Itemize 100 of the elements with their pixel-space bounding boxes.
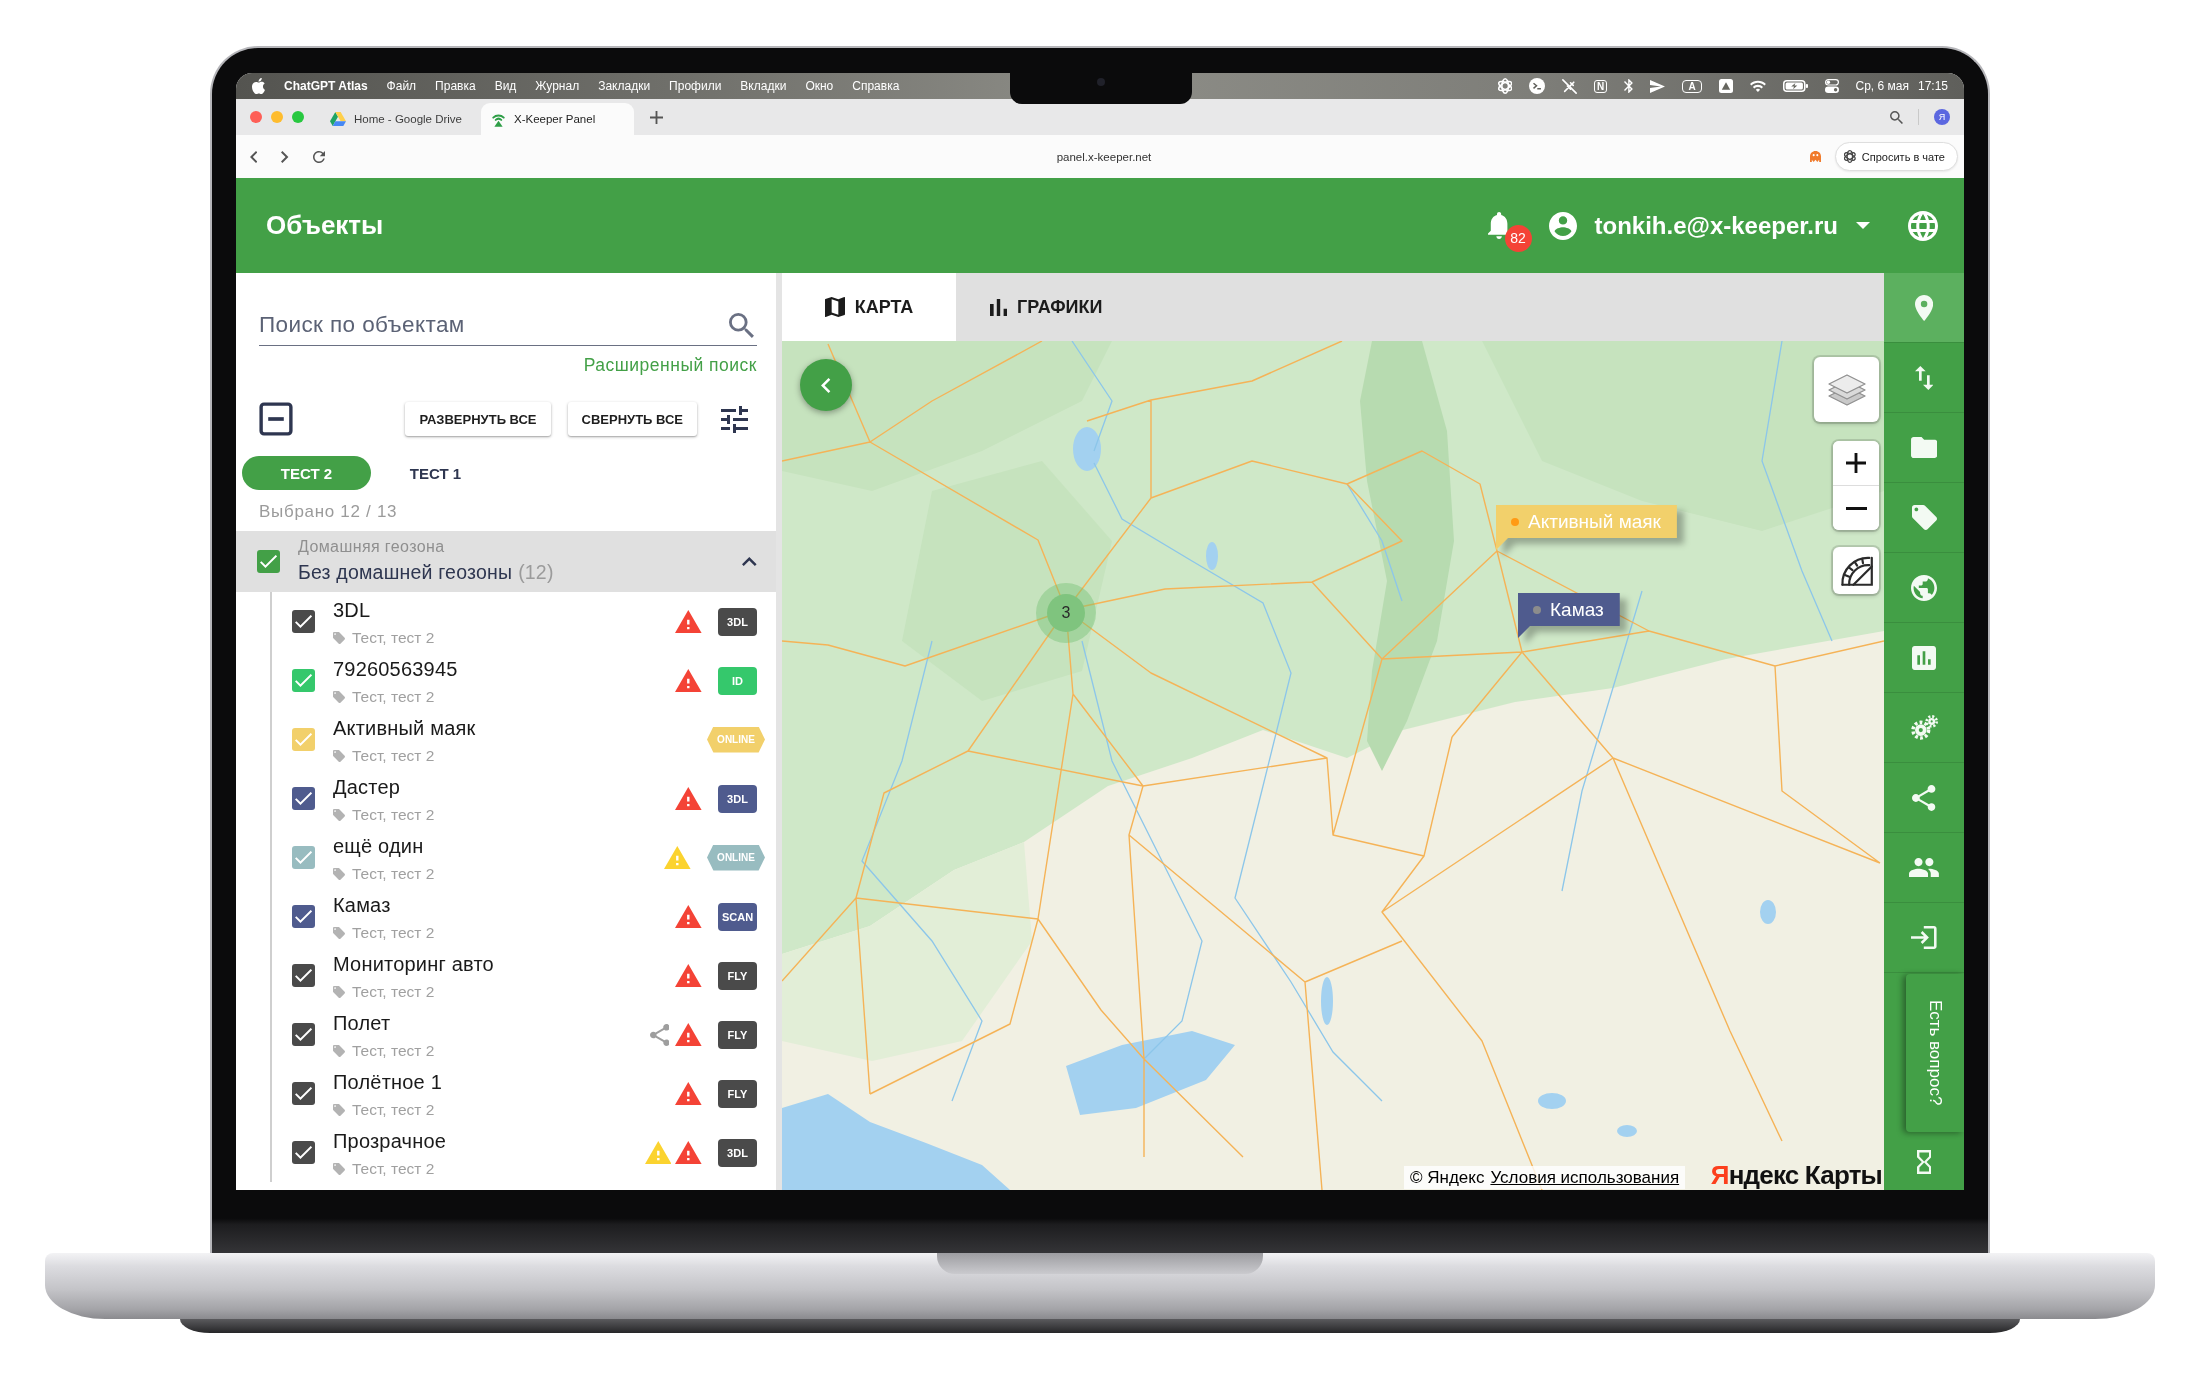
menu-item[interactable]: Правка (435, 79, 476, 93)
sliders-icon[interactable] (721, 405, 748, 433)
checkbox[interactable] (292, 846, 315, 869)
bluetooth-icon[interactable] (1624, 79, 1634, 93)
pen-slash-icon[interactable] (1562, 78, 1578, 94)
object-name[interactable]: Камаз (333, 892, 435, 918)
search-field[interactable]: Поиск по объектам (259, 305, 757, 346)
checkbox[interactable] (292, 1082, 315, 1105)
menu-bar-date[interactable]: Ср, 6 мая (1855, 79, 1909, 93)
atom-icon[interactable] (1497, 78, 1513, 94)
check-icon (294, 615, 313, 628)
filter-tab[interactable]: ТЕСТ 1 (371, 456, 500, 490)
zoom-out-button[interactable] (1833, 485, 1879, 530)
globe-icon[interactable] (1908, 210, 1938, 241)
close-button[interactable] (250, 111, 262, 123)
menu-item[interactable]: Вкладки (740, 79, 787, 93)
selection-count: Выбрано 12 / 13 (259, 502, 399, 522)
plus-icon[interactable] (650, 110, 663, 124)
device-badge: ONLINE (707, 844, 765, 871)
hourglass-icon (1916, 1149, 1932, 1174)
triangle-square-icon[interactable] (1718, 79, 1733, 93)
reload-icon[interactable] (312, 150, 325, 163)
expand-all-button[interactable]: РАЗВЕРНУТЬ ВСЕ (405, 402, 551, 436)
object-tags: Тест, тест 2 (352, 806, 435, 824)
view-tab[interactable]: КАРТА (782, 273, 956, 341)
menu-item[interactable]: Профили (669, 79, 722, 93)
object-tags: Тест, тест 2 (352, 1042, 435, 1060)
device-badge: SCAN (718, 902, 757, 931)
forward-icon[interactable] (281, 150, 289, 163)
menu-bar-time[interactable]: 17:15 (1917, 79, 1948, 93)
object-name[interactable]: 79260563945 (333, 656, 458, 682)
menu-item[interactable]: Вид (494, 79, 517, 93)
chevron-icon[interactable] (742, 557, 757, 566)
checkbox[interactable] (292, 1023, 315, 1046)
checkbox[interactable] (292, 964, 315, 987)
caret-icon[interactable] (1856, 222, 1870, 229)
check-icon (294, 733, 313, 746)
menu-item[interactable]: Файл (386, 79, 417, 93)
group-checkbox[interactable] (257, 550, 280, 573)
sidebar-button[interactable] (1884, 273, 1964, 343)
profile-avatar[interactable]: Я (1934, 109, 1950, 125)
device-badge: FLY (718, 1020, 757, 1049)
browser-tab[interactable]: X-Keeper Panel (481, 103, 634, 135)
select-all-checkbox[interactable] (259, 402, 293, 436)
app-status-badge[interactable]: N (1594, 79, 1608, 93)
object-name[interactable]: ещё один (333, 833, 435, 859)
checkbox[interactable] (292, 905, 315, 928)
checkbox[interactable] (292, 610, 315, 633)
back-icon[interactable] (250, 150, 258, 163)
menu-item[interactable]: Справка (852, 79, 900, 93)
search-icon[interactable] (1890, 110, 1903, 124)
object-name[interactable]: Полётное 1 (333, 1069, 442, 1095)
wifi-icon[interactable] (1749, 80, 1766, 92)
device-badge: 3DL (718, 1138, 757, 1167)
check-icon (294, 1146, 313, 1159)
browser-tab[interactable]: Home - Google Drive (320, 103, 473, 135)
toggles-icon[interactable] (1824, 79, 1839, 93)
checkbox[interactable] (292, 728, 315, 751)
warning-icon (675, 1141, 702, 1164)
zoom-in-button[interactable] (1833, 441, 1879, 485)
account-icon[interactable] (1548, 211, 1577, 240)
share-icon (1912, 784, 1936, 811)
view-tab[interactable]: ГРАФИКИ (956, 273, 1137, 341)
menu-item[interactable]: Окно (805, 79, 834, 93)
checkbox[interactable] (292, 1141, 315, 1164)
layers-button[interactable] (1814, 357, 1879, 422)
bar-chart-icon (990, 298, 1007, 316)
address-field[interactable]: panel.x-keeper.net (1046, 146, 1162, 167)
menu-item[interactable]: Журнал (535, 79, 580, 93)
object-name[interactable]: Прозрачное (333, 1128, 447, 1154)
layers-icon (1827, 373, 1866, 406)
checkbox[interactable] (292, 669, 315, 692)
warning-icon (675, 1023, 702, 1046)
terminal-icon[interactable] (1529, 78, 1546, 94)
object-name[interactable]: Мониторинг авто (333, 951, 494, 977)
check-icon (294, 969, 313, 982)
apple-icon[interactable] (252, 78, 265, 94)
app-name[interactable]: ChatGPT Atlas (284, 79, 368, 93)
object-name[interactable]: 3DL (333, 597, 435, 623)
ruler-button[interactable] (1833, 547, 1879, 594)
paper-plane-icon[interactable] (1650, 79, 1666, 93)
search-icon[interactable] (729, 313, 754, 338)
terms-link[interactable]: Условия использования (1490, 1167, 1680, 1188)
battery-icon[interactable] (1782, 80, 1808, 92)
object-name[interactable]: Активный маяк (333, 715, 476, 741)
menu-item[interactable]: Закладки (598, 79, 651, 93)
input-source-indicator[interactable]: A (1682, 79, 1702, 93)
tag-icon (333, 986, 345, 998)
device-badge: FLY (718, 1079, 757, 1108)
group-header[interactable]: Домашняя геозона Без домашней геозоны (12) (236, 531, 776, 592)
checkbox[interactable] (292, 787, 315, 810)
object-tags: Тест, тест 2 (352, 688, 435, 706)
group-caption: Домашняя геозона (298, 537, 446, 556)
cluster-marker[interactable]: 3 (1036, 583, 1096, 643)
tag-icon (333, 868, 345, 880)
ask-chat-button[interactable]: Спросить в чате (1835, 142, 1958, 171)
ghost-icon[interactable] (1809, 151, 1823, 162)
object-name[interactable]: Дастер (333, 774, 435, 800)
object-name[interactable]: Полет (333, 1010, 435, 1036)
collapse-all-button[interactable]: СВЕРНУТЬ ВСЕ (567, 402, 697, 436)
